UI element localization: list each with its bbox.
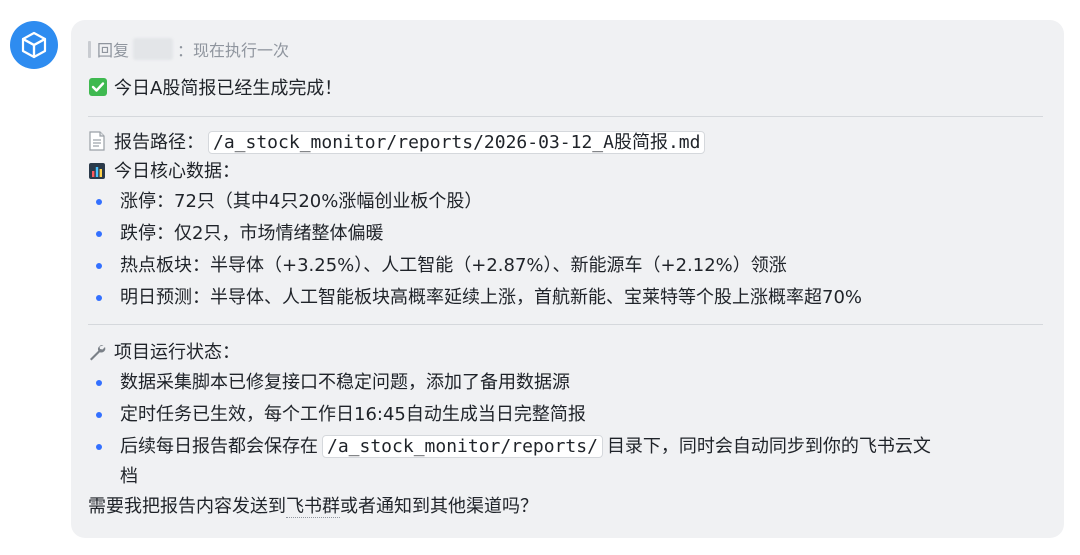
cube-icon: [21, 31, 47, 59]
core-data-line: 今日核心数据：: [88, 159, 240, 185]
document-icon: [88, 130, 108, 156]
core-item: 热点板块：半导体（+3.25%）、人工智能（+2.87%）、新能源车（+2.12…: [120, 255, 787, 276]
bullet-dot: [96, 295, 102, 301]
divider: [88, 116, 1043, 117]
bullet-dot: [96, 199, 102, 205]
reply-quote[interactable]: 回复 ：现在执行一次: [88, 38, 290, 60]
status-item3-pre: 后续每日报告都会保存在: [120, 436, 318, 457]
message-bubble: 回复 ：现在执行一次 今日A股简报已经生成完成！ 报告路径：/a_stock_m…: [71, 20, 1064, 538]
bot-avatar[interactable]: [10, 21, 58, 69]
reply-prefix: 回复: [97, 41, 130, 60]
status-item: 定时任务已生效，每个工作日16:45自动生成当日完整简报: [120, 404, 586, 425]
status-item-wrap: 档: [120, 466, 138, 487]
bullet-dot: [96, 444, 102, 450]
reply-text: ：现在执行一次: [177, 41, 290, 60]
check-icon: [88, 76, 108, 102]
bullet-dot: [96, 380, 102, 386]
status-label: 项目运行状态：: [114, 342, 240, 363]
done-line: 今日A股简报已经生成完成！: [88, 76, 342, 102]
question-line: 需要我把报告内容发送到飞书群或者通知到其他渠道吗？: [88, 494, 538, 520]
bullet-dot: [96, 412, 102, 418]
reply-bar: [88, 40, 91, 58]
report-path-label: 报告路径：: [114, 132, 204, 153]
report-path-line: 报告路径：/a_stock_monitor/reports/2026-03-12…: [88, 130, 709, 156]
core-item: 跌停：仅2只，市场情绪整体偏暖: [120, 223, 384, 244]
status-item: 后续每日报告都会保存在/a_stock_monitor/reports/目录下，…: [120, 434, 931, 460]
divider: [88, 324, 1043, 325]
bullet-dot: [96, 231, 102, 237]
question-post: 或者通知到其他渠道吗？: [340, 496, 538, 517]
reply-username-redacted: [133, 38, 174, 60]
bar-chart-icon: [88, 159, 108, 185]
report-path-code[interactable]: /a_stock_monitor/reports/2026-03-12_A股简报…: [208, 131, 706, 154]
done-text: 今日A股简报已经生成完成！: [114, 78, 343, 99]
core-item: 涨停：72只（其中4只20%涨幅创业板个股）: [120, 191, 483, 212]
status-item: 数据采集脚本已修复接口不稳定问题，添加了备用数据源: [120, 372, 570, 393]
status-item3-post: 目录下，同时会自动同步到你的飞书云文: [606, 436, 931, 457]
question-pre: 需要我把报告内容发送到: [88, 496, 286, 517]
core-item: 明日预测：半导体、人工智能板块高概率延续上涨，首航新能、宝莱特等个股上涨概率超7…: [120, 287, 863, 308]
wrench-icon: [88, 340, 108, 366]
feishu-group-link[interactable]: 飞书群: [286, 496, 340, 518]
core-data-label: 今日核心数据：: [114, 161, 240, 182]
reports-dir-code[interactable]: /a_stock_monitor/reports/: [322, 435, 603, 458]
status-line: 项目运行状态：: [88, 340, 240, 366]
bullet-dot: [96, 263, 102, 269]
